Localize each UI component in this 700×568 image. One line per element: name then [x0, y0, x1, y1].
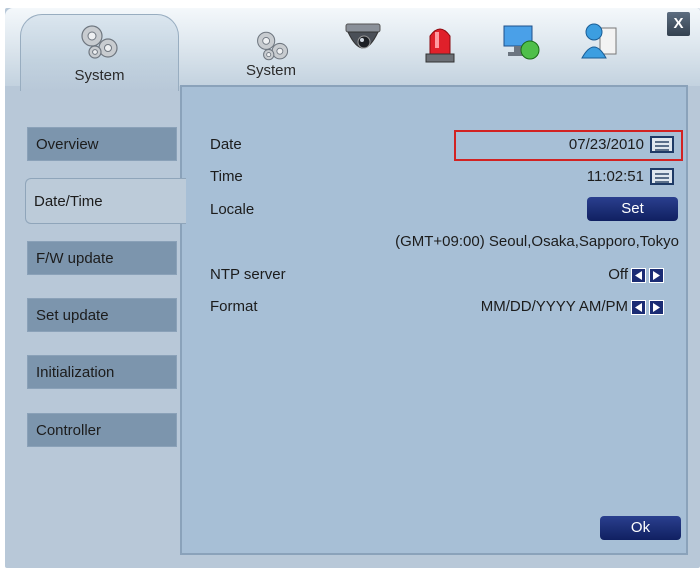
time-value[interactable]: 11:02:51 [500, 168, 644, 185]
user-icon[interactable] [578, 18, 622, 64]
alarm-icon[interactable] [420, 20, 460, 66]
format-prev-button[interactable] [631, 300, 646, 315]
network-icon[interactable] [498, 20, 544, 66]
sidebar-item-initialization[interactable]: Initialization [27, 355, 177, 389]
format-label: Format [210, 298, 258, 315]
active-tab-label: System [74, 67, 125, 84]
timezone-value: (GMT+09:00) Seoul,Osaka,Sapporo,Tokyo [395, 233, 679, 250]
ntp-next-button[interactable] [649, 268, 664, 283]
keyboard-icon[interactable] [650, 136, 674, 153]
ntp-prev-button[interactable] [631, 268, 646, 283]
time-label: Time [210, 168, 243, 185]
locale-set-button[interactable]: Set [587, 197, 678, 221]
arrow-left-icon [635, 271, 642, 280]
locale-label: Locale [210, 201, 255, 218]
arrow-right-icon [653, 271, 660, 280]
sidebar-item-set-update[interactable]: Set update [27, 298, 177, 332]
sidebar-item-fw-update[interactable]: F/W update [27, 241, 177, 275]
sidebar-item-overview[interactable]: Overview [27, 127, 177, 161]
gear-icon[interactable] [250, 28, 296, 64]
ntp-server-label: NTP server [210, 266, 286, 283]
date-value[interactable]: 07/23/2010 [500, 136, 644, 153]
toolbar-system-label: System [246, 62, 297, 79]
ntp-server-value: Off [608, 266, 628, 283]
keyboard-icon[interactable] [650, 168, 674, 185]
tab-system-active[interactable]: System [20, 14, 179, 91]
arrow-left-icon [635, 303, 642, 312]
camera-icon[interactable] [340, 20, 386, 66]
sidebar-item-date-time[interactable]: Date/Time [25, 178, 186, 224]
format-value: MM/DD/YYYY AM/PM [480, 298, 628, 315]
gear-icon [81, 25, 118, 59]
sidebar-item-controller[interactable]: Controller [27, 413, 177, 447]
close-button[interactable]: X [667, 12, 690, 36]
date-label: Date [210, 136, 242, 153]
arrow-right-icon [653, 303, 660, 312]
ok-button[interactable]: Ok [600, 516, 681, 540]
format-next-button[interactable] [649, 300, 664, 315]
